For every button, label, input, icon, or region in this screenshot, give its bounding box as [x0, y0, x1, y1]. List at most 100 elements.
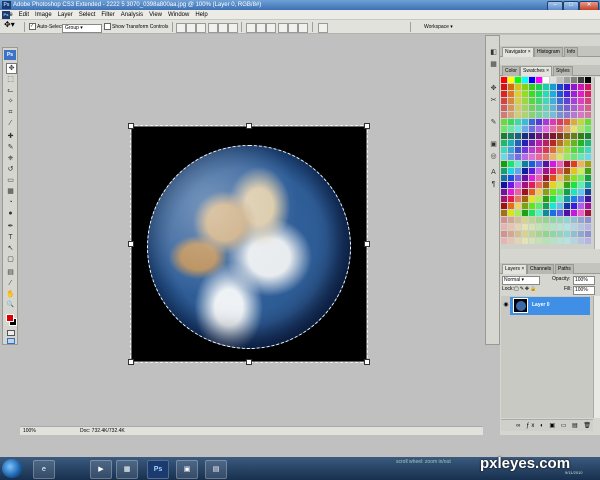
- color-swatch[interactable]: [515, 217, 521, 223]
- color-swatch[interactable]: [522, 210, 528, 216]
- media-player-icon[interactable]: ▶: [90, 460, 112, 479]
- color-swatch[interactable]: [522, 147, 528, 153]
- color-swatch[interactable]: [543, 182, 549, 188]
- layers-footer-icons[interactable]: ∞ ƒx ◐ ▣ ▭ ▤ 🗑: [501, 419, 593, 431]
- transform-handle[interactable]: [364, 241, 370, 247]
- color-swatch[interactable]: [522, 203, 528, 209]
- color-swatch[interactable]: [571, 189, 577, 195]
- color-swatch[interactable]: [578, 161, 584, 167]
- path-select-icon[interactable]: ↖: [6, 244, 15, 253]
- color-swatch[interactable]: [550, 203, 556, 209]
- color-swatch[interactable]: [543, 84, 549, 90]
- color-swatch[interactable]: [585, 224, 591, 230]
- tab-layers[interactable]: Layers ×: [502, 264, 528, 274]
- color-swatch[interactable]: [550, 133, 556, 139]
- quick-mask-icon[interactable]: [7, 330, 15, 336]
- color-swatch[interactable]: [585, 105, 591, 111]
- color-swatch[interactable]: [522, 217, 528, 223]
- ps-menu-icon[interactable]: Ps: [2, 11, 10, 19]
- auto-align-icon[interactable]: [318, 23, 328, 33]
- layer-comp-icon[interactable]: ▣: [489, 140, 498, 149]
- color-swatch[interactable]: [564, 196, 570, 202]
- auto-select-dropdown[interactable]: Group ▾: [62, 24, 102, 33]
- start-button[interactable]: [2, 459, 22, 478]
- color-swatch[interactable]: [501, 91, 507, 97]
- color-swatch[interactable]: [557, 196, 563, 202]
- color-swatch[interactable]: [571, 140, 577, 146]
- color-swatch[interactable]: [529, 140, 535, 146]
- menu-analysis[interactable]: Analysis: [118, 10, 146, 20]
- transform-handle[interactable]: [364, 123, 370, 129]
- color-swatch[interactable]: [585, 147, 591, 153]
- color-swatch[interactable]: [571, 231, 577, 237]
- color-swatch[interactable]: [557, 105, 563, 111]
- color-swatch[interactable]: [515, 224, 521, 230]
- move-tool-preset-icon[interactable]: ✥▾: [4, 21, 15, 29]
- foreground-color-swatch[interactable]: [6, 314, 14, 322]
- clone-source-icon[interactable]: ◎: [489, 152, 498, 161]
- blur-icon[interactable]: ◔: [6, 198, 15, 207]
- color-swatch[interactable]: [536, 168, 542, 174]
- color-swatch[interactable]: [585, 210, 591, 216]
- tab-swatches[interactable]: Swatches ×: [520, 66, 552, 76]
- color-swatch[interactable]: [564, 210, 570, 216]
- color-swatch[interactable]: [550, 196, 556, 202]
- color-swatch[interactable]: [543, 133, 549, 139]
- color-swatch[interactable]: [557, 126, 563, 132]
- color-swatch[interactable]: [536, 238, 542, 244]
- color-swatch[interactable]: [564, 182, 570, 188]
- color-swatch[interactable]: [515, 147, 521, 153]
- transform-handle[interactable]: [246, 123, 252, 129]
- color-swatch[interactable]: [543, 126, 549, 132]
- layer-name[interactable]: Layer 0: [532, 302, 550, 309]
- color-swatch[interactable]: [578, 189, 584, 195]
- color-swatch[interactable]: [508, 77, 514, 83]
- color-swatch[interactable]: [529, 77, 535, 83]
- color-swatch[interactable]: [543, 154, 549, 160]
- color-swatch[interactable]: [522, 238, 528, 244]
- clone-stamp-icon[interactable]: ⎈: [6, 154, 15, 163]
- color-swatch[interactable]: [557, 119, 563, 125]
- color-swatch[interactable]: [522, 189, 528, 195]
- color-swatch[interactable]: [564, 77, 570, 83]
- color-swatch[interactable]: [515, 231, 521, 237]
- color-swatch[interactable]: [543, 119, 549, 125]
- auto-select-option[interactable]: Auto-Select:: [29, 22, 64, 31]
- color-swatch[interactable]: [515, 175, 521, 181]
- color-swatch[interactable]: [550, 112, 556, 118]
- color-swatch[interactable]: [536, 98, 542, 104]
- color-swatch[interactable]: [550, 217, 556, 223]
- color-swatch[interactable]: [585, 168, 591, 174]
- swatches-scrollbar[interactable]: [594, 77, 600, 249]
- color-swatch[interactable]: [529, 154, 535, 160]
- color-swatch[interactable]: [585, 91, 591, 97]
- color-swatch[interactable]: [529, 147, 535, 153]
- color-swatch[interactable]: [550, 147, 556, 153]
- color-swatch[interactable]: [550, 161, 556, 167]
- color-swatch[interactable]: [543, 189, 549, 195]
- color-swatch[interactable]: [508, 112, 514, 118]
- navigator-icon[interactable]: ◧: [489, 48, 498, 57]
- color-swatch[interactable]: [571, 203, 577, 209]
- color-swatch[interactable]: [550, 182, 556, 188]
- color-swatch[interactable]: [515, 161, 521, 167]
- color-swatch[interactable]: [557, 98, 563, 104]
- color-swatch[interactable]: [508, 168, 514, 174]
- color-swatch[interactable]: [501, 98, 507, 104]
- swatch-icon[interactable]: ✥: [489, 84, 498, 93]
- color-swatch[interactable]: [550, 231, 556, 237]
- color-swatch[interactable]: [564, 168, 570, 174]
- color-swatch[interactable]: [543, 203, 549, 209]
- color-swatch[interactable]: [508, 203, 514, 209]
- color-swatch[interactable]: [501, 175, 507, 181]
- color-swatch[interactable]: [515, 182, 521, 188]
- color-swatch[interactable]: [522, 182, 528, 188]
- crop-icon[interactable]: ⌗: [6, 108, 15, 117]
- color-swatch[interactable]: [578, 182, 584, 188]
- color-swatch[interactable]: [564, 154, 570, 160]
- dodge-icon[interactable]: ●: [6, 209, 15, 218]
- color-swatch[interactable]: [501, 224, 507, 230]
- color-swatch[interactable]: [578, 84, 584, 90]
- healing-brush-icon[interactable]: ✚: [6, 132, 15, 141]
- color-swatch[interactable]: [508, 126, 514, 132]
